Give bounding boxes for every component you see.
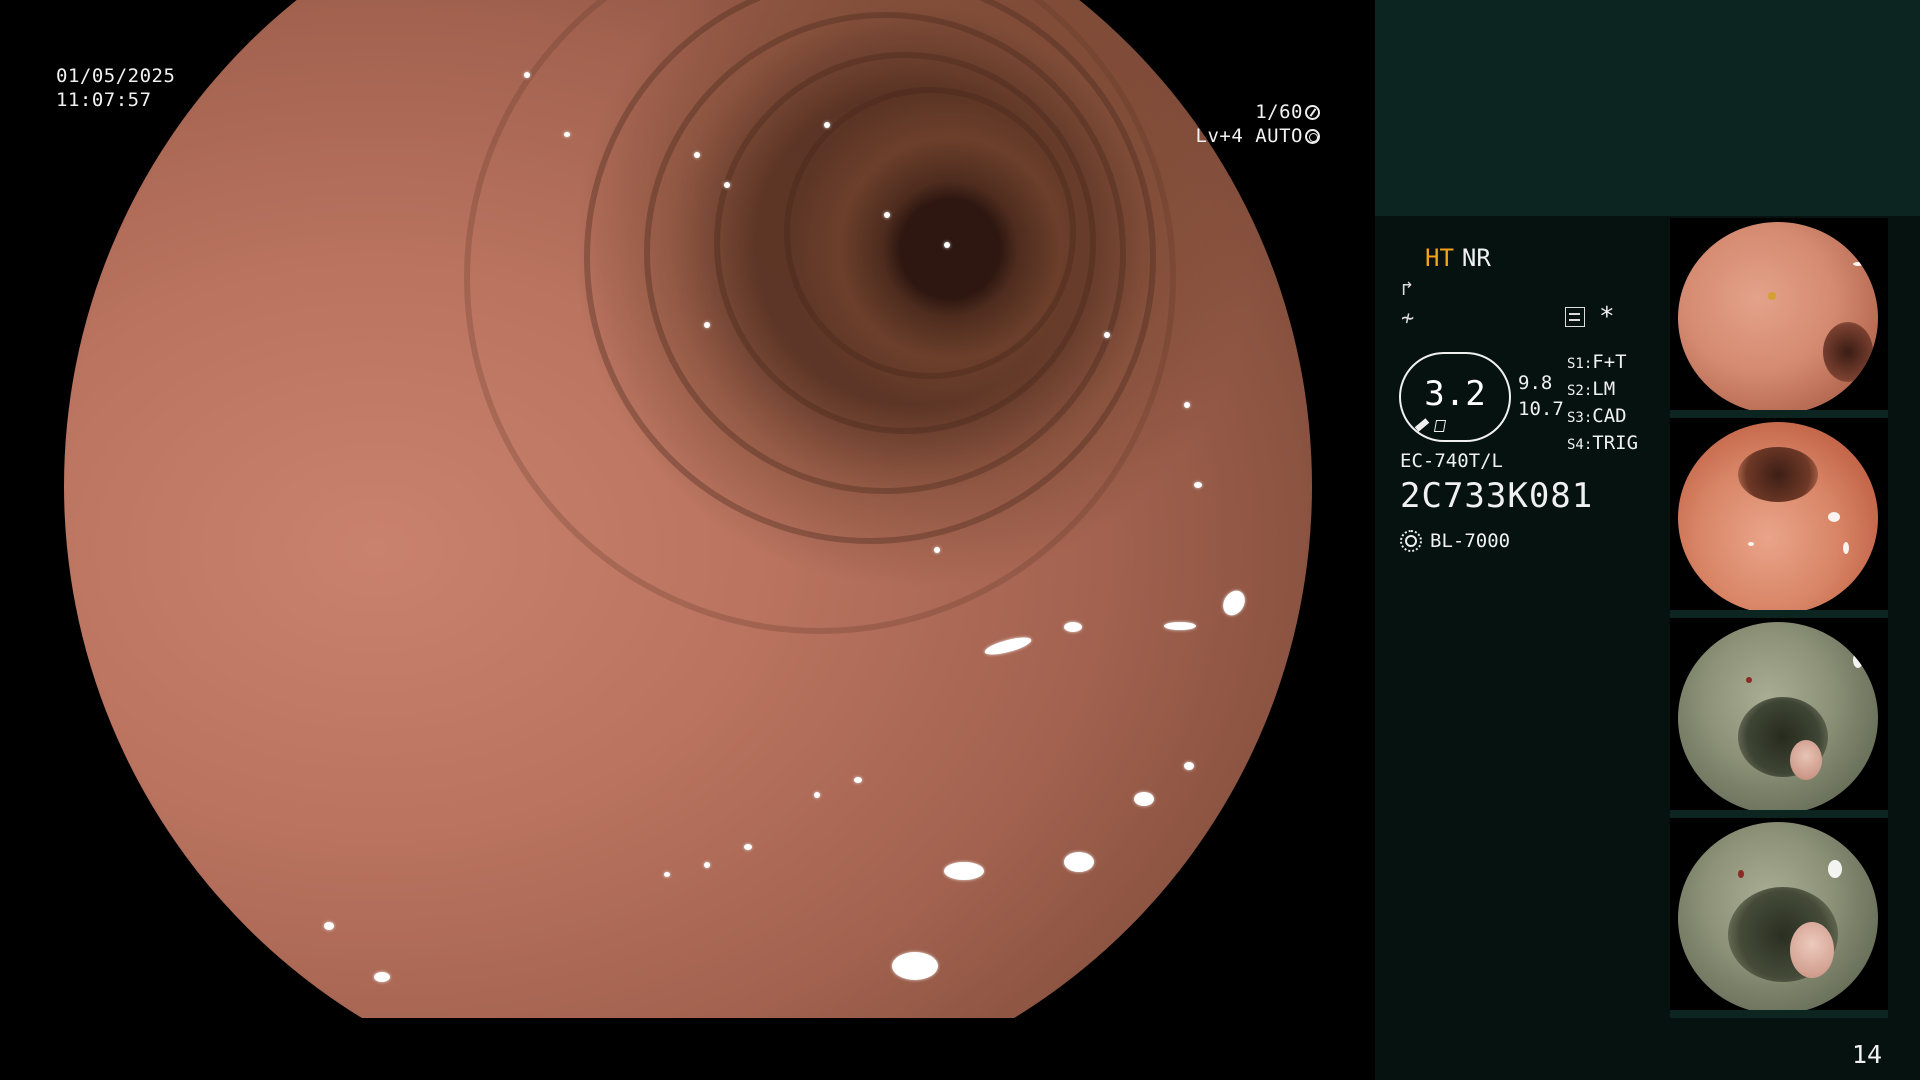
preset-s4: S4:TRIG [1567, 432, 1639, 454]
lens-vignette [64, 0, 1312, 1080]
time-text: 11:07:57 [56, 89, 152, 111]
pen-icon [1414, 418, 1430, 432]
thumbnail-image [1678, 622, 1878, 814]
thumbnail-bar [1670, 810, 1888, 818]
scope-serial: 2C733K081 [1400, 476, 1594, 516]
preset-s3: S3:CAD [1567, 405, 1627, 427]
iris-text: Lv+4 AUTO [1195, 125, 1303, 147]
metric-upper: 9.8 [1518, 372, 1553, 394]
iris-row: Lv+4 AUTO [1196, 124, 1320, 148]
scope-switch-presets: S1:F+T S2:LM S3:CAD S4:TRIG [1567, 350, 1638, 458]
filter-icon: ≁ [1401, 306, 1415, 331]
gauge-value: 3.2 [1424, 374, 1486, 414]
date-text: 01/05/2025 [56, 65, 176, 87]
iris-icon [1305, 129, 1320, 144]
light-source-row: BL-7000 [1400, 530, 1510, 552]
thumbnail-image [1678, 222, 1878, 414]
shutter-row: 1/60 [1196, 100, 1320, 124]
asterisk-indicator: * [1599, 302, 1615, 332]
endoscope-live-view [64, 0, 1312, 1080]
page-number: 14 [1852, 1040, 1883, 1069]
thumbnail-bar [1670, 610, 1888, 618]
endoscopy-screen: 01/05/2025 11:07:57 1/60 Lv+4 AUTO HT NR … [0, 0, 1920, 1080]
enhancement-icon: ↱ [1401, 276, 1414, 300]
light-source-label: BL-7000 [1430, 530, 1511, 552]
box-icon [1433, 420, 1447, 432]
shutter-text: 1/60 [1255, 101, 1303, 123]
capture-thumbnail[interactable] [1670, 818, 1888, 1018]
shutter-icon [1305, 105, 1320, 120]
thumbnail-image [1678, 822, 1878, 1014]
mode-indicators: HT NR [1425, 244, 1491, 272]
nr-indicator: NR [1461, 244, 1491, 272]
thumbnail-bar [1670, 410, 1888, 418]
status-panel: HT NR ↱ ≁ * 3.2 9.8 10.7 S1:F+T S2:LM S3:… [1375, 0, 1920, 1080]
thumbnail-image [1678, 422, 1878, 614]
light-source-icon [1400, 530, 1422, 552]
gauge-display: 3.2 [1399, 352, 1511, 442]
ht-indicator: HT [1425, 244, 1454, 272]
metric-lower: 10.7 [1518, 398, 1564, 420]
preset-s1: S1:F+T [1567, 351, 1627, 373]
frame-mask [0, 1018, 1375, 1080]
thumbnail-bar [1670, 1010, 1888, 1018]
capture-thumbnail[interactable] [1670, 618, 1888, 818]
datetime-readout: 01/05/2025 11:07:57 [56, 64, 175, 112]
settings-list-icon [1565, 307, 1585, 327]
panel-header [1375, 0, 1920, 216]
preset-s2: S2:LM [1567, 378, 1616, 400]
scope-model: EC-740T/L [1400, 450, 1503, 472]
exposure-readout: 1/60 Lv+4 AUTO [1196, 100, 1320, 148]
capture-thumbnail[interactable] [1670, 418, 1888, 618]
capture-thumbnail[interactable] [1670, 218, 1888, 418]
